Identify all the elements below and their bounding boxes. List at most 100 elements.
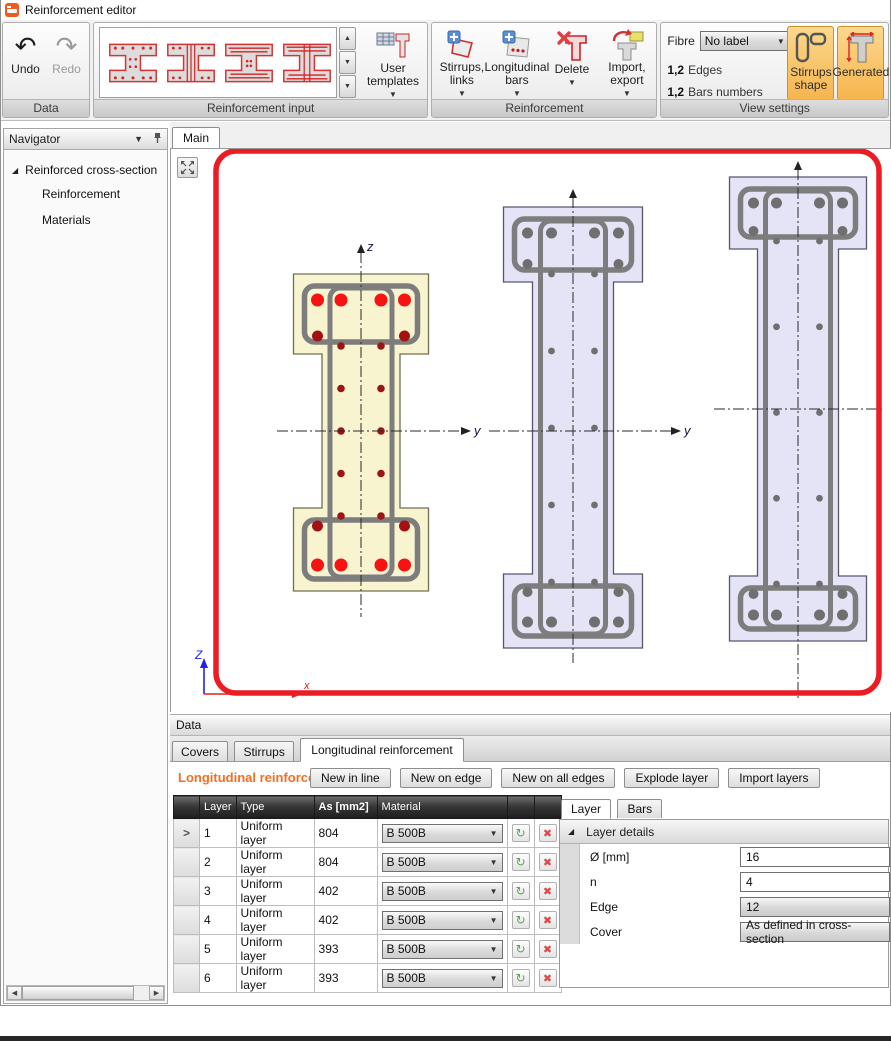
- tree-item-reinforcement[interactable]: Reinforcement: [4, 181, 167, 207]
- pin-icon[interactable]: [153, 132, 162, 146]
- generated-icon: [843, 30, 879, 66]
- navigator-tree: ◢ Reinforced cross-section Reinforcement…: [4, 150, 167, 233]
- refresh-material-button[interactable]: ↻: [512, 882, 530, 900]
- undo-button[interactable]: ↶ Undo: [7, 25, 44, 99]
- tab-bars[interactable]: Bars: [617, 799, 662, 818]
- cover-dropdown[interactable]: As defined in cross-section: [740, 922, 890, 942]
- tree-expanded-icon[interactable]: ◢: [12, 166, 18, 175]
- table-row[interactable]: 3Uniform layer 402 B 500B▼ ↻ ✖: [174, 877, 562, 906]
- navigator-hscrollbar[interactable]: ◀ ▶: [6, 985, 165, 1001]
- navigator-header[interactable]: Navigator ▼: [4, 129, 167, 150]
- gallery-up-button[interactable]: ▲: [339, 27, 356, 50]
- new-on-all-edges-button[interactable]: New on all edges: [501, 768, 615, 788]
- svg-text:y: y: [473, 423, 482, 438]
- fibre-dropdown[interactable]: No label ▼: [700, 31, 790, 51]
- import-layers-button[interactable]: Import layers: [728, 768, 819, 788]
- row-selector[interactable]: [174, 848, 200, 877]
- fit-view-button[interactable]: [177, 157, 198, 178]
- delete-button[interactable]: Delete ▼: [544, 25, 599, 99]
- material-dropdown[interactable]: B 500B▼: [382, 911, 503, 930]
- row-selector[interactable]: [174, 964, 200, 993]
- stirrups-shape-toggle[interactable]: Stirrups shape: [787, 26, 834, 100]
- row-selector[interactable]: [174, 877, 200, 906]
- row-selector[interactable]: [174, 906, 200, 935]
- i-section-template-thumb[interactable]: [165, 37, 217, 89]
- material-dropdown[interactable]: B 500B▼: [382, 824, 503, 843]
- svg-text:y: y: [683, 423, 692, 438]
- reinforcement-editor-window: Reinforcement editor ↶ Undo ↷ Redo Data: [0, 0, 891, 1006]
- explode-layer-button[interactable]: Explode layer: [624, 768, 719, 788]
- tab-layer[interactable]: Layer: [561, 799, 611, 819]
- material-dropdown[interactable]: B 500B▼: [382, 853, 503, 872]
- refresh-material-button[interactable]: ↻: [512, 824, 530, 842]
- delete-layer-button[interactable]: ✖: [539, 824, 557, 842]
- tab-longitudinal-reinforcement[interactable]: Longitudinal reinforcement: [300, 738, 463, 762]
- longitudinal-bars-icon: [501, 29, 533, 61]
- bars-numbers-toggle[interactable]: 1,2Bars numbers: [667, 85, 762, 99]
- delete-layer-button[interactable]: ✖: [539, 940, 557, 958]
- new-in-line-button[interactable]: New in line: [310, 768, 391, 788]
- delete-layer-button[interactable]: ✖: [539, 911, 557, 929]
- refresh-material-button[interactable]: ↻: [512, 940, 530, 958]
- titlebar: Reinforcement editor: [1, 0, 890, 20]
- ribbon-group-reinforcement: Stirrups, links ▼ Longitudinal bars ▼: [431, 22, 657, 118]
- redo-icon: ↷: [56, 29, 78, 63]
- field-row-diameter: Ø [mm] 16: [560, 844, 888, 869]
- stirrups-links-button[interactable]: Stirrups, links ▼: [434, 25, 489, 99]
- i-section-template-thumb[interactable]: [107, 37, 159, 89]
- scroll-left-icon[interactable]: ◀: [7, 986, 22, 1000]
- longitudinal-bars-button[interactable]: Longitudinal bars ▼: [489, 25, 544, 99]
- material-dropdown[interactable]: B 500B▼: [382, 969, 503, 988]
- layer-details-expander[interactable]: ◢ Layer details: [560, 820, 888, 844]
- user-templates-button[interactable]: User templates ▼: [360, 25, 426, 101]
- data-panel-header: Data: [170, 714, 890, 736]
- ribbon-group-data: ↶ Undo ↷ Redo Data: [2, 22, 90, 118]
- n-input[interactable]: 4: [740, 872, 890, 892]
- diameter-input[interactable]: 16: [740, 847, 890, 867]
- row-selector[interactable]: [174, 935, 200, 964]
- generated-toggle[interactable]: Generated: [837, 26, 884, 100]
- gallery-more-button[interactable]: ▼: [339, 75, 356, 98]
- gallery-down-button[interactable]: ▼: [339, 51, 356, 74]
- table-row[interactable]: > 1Uniform layer 804 B 500B▼ ↻ ✖: [174, 819, 562, 848]
- navigator-menu-icon[interactable]: ▼: [134, 134, 143, 144]
- edge-dropdown[interactable]: 12: [740, 897, 890, 917]
- scroll-right-icon[interactable]: ▶: [149, 986, 164, 1000]
- tab-main[interactable]: Main: [172, 127, 220, 148]
- redo-button[interactable]: ↷ Redo: [48, 25, 85, 99]
- table-row[interactable]: 2Uniform layer 804 B 500B▼ ↻ ✖: [174, 848, 562, 877]
- delete-layer-button[interactable]: ✖: [539, 853, 557, 871]
- delete-layer-button[interactable]: ✖: [539, 969, 557, 987]
- cross-section-canvas[interactable]: zyyZx: [170, 148, 891, 712]
- tree-item-reinforced-cross-section[interactable]: ◢ Reinforced cross-section: [4, 159, 167, 181]
- tree-item-materials[interactable]: Materials: [4, 207, 167, 233]
- refresh-material-button[interactable]: ↻: [512, 911, 530, 929]
- refresh-material-button[interactable]: ↻: [512, 969, 530, 987]
- table-row[interactable]: 5Uniform layer 393 B 500B▼ ↻ ✖: [174, 935, 562, 964]
- svg-text:Z: Z: [194, 648, 203, 662]
- i-section-template-thumb[interactable]: [223, 37, 275, 89]
- layer-details-panel: Layer Bars ◢ Layer details Ø [mm] 16: [559, 798, 889, 988]
- edges-toggle[interactable]: 1,2Edges: [667, 63, 722, 77]
- material-dropdown[interactable]: B 500B▼: [382, 882, 503, 901]
- tab-stirrups[interactable]: Stirrups: [234, 741, 293, 761]
- layers-table: Layer Type As [mm2] Material > 1Uniform …: [173, 795, 562, 993]
- fibre-label: Fibre: [667, 34, 694, 48]
- row-selector[interactable]: >: [174, 819, 200, 848]
- scrollbar-thumb[interactable]: [22, 986, 134, 1000]
- details-tabbar: Layer Bars: [559, 798, 889, 820]
- svg-text:z: z: [366, 239, 374, 254]
- tab-covers[interactable]: Covers: [172, 741, 228, 761]
- i-section-template-thumb[interactable]: [281, 37, 333, 89]
- delete-layer-button[interactable]: ✖: [539, 882, 557, 900]
- table-row[interactable]: 4Uniform layer 402 B 500B▼ ↻ ✖: [174, 906, 562, 935]
- expander-expanded-icon[interactable]: ◢: [568, 827, 574, 836]
- refresh-material-button[interactable]: ↻: [512, 853, 530, 871]
- longitudinal-reinforcement-pane: Longitudinal reinforcement New in line N…: [170, 762, 890, 1005]
- new-on-edge-button[interactable]: New on edge: [400, 768, 493, 788]
- import-export-button[interactable]: Import, export ▼: [599, 25, 654, 99]
- gallery-scrollbar: ▲ ▼ ▼: [339, 27, 356, 98]
- table-row[interactable]: 6Uniform layer 393 B 500B▼ ↻ ✖: [174, 964, 562, 993]
- field-row-cover: Cover As defined in cross-section: [560, 919, 888, 944]
- material-dropdown[interactable]: B 500B▼: [382, 940, 503, 959]
